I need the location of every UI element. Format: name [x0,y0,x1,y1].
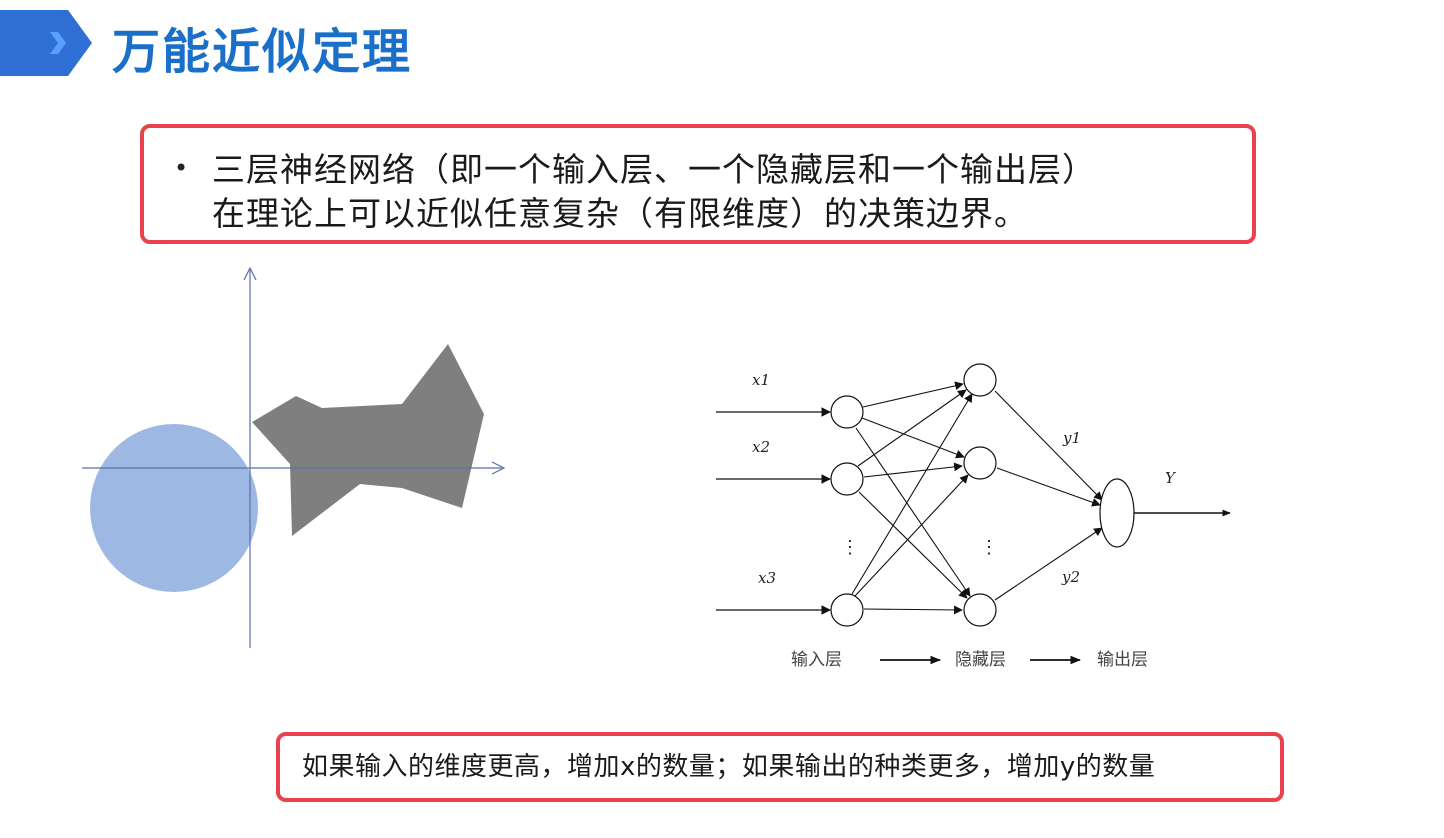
statement-text: 三层神经网络（即一个输入层、一个隐藏层和一个输出层） 在理论上可以近似任意复杂（… [212,148,1252,236]
statement-box: • 三层神经网络（即一个输入层、一个隐藏层和一个输出层） 在理论上可以近似任意复… [140,124,1256,244]
decision-boundary-plot [82,266,506,648]
connection [863,605,963,615]
class-region-circle [90,424,258,592]
output-label: Y [1165,469,1177,487]
connection [996,467,1101,507]
output-node [1099,478,1135,548]
connection [854,474,969,597]
layer-label-input: 输入层 [791,650,842,670]
hidden-output-label-y1: y1 [1062,429,1081,447]
statement-line-2: 在理论上可以近似任意复杂（有限维度）的决策边界。 [212,194,1028,233]
layer-label-output: 输出层 [1097,650,1148,670]
hidden-node [963,446,997,480]
hidden-ellipsis: ⋮ [980,537,998,558]
hidden-node [963,593,997,627]
note-box: 如果输入的维度更高，增加x的数量；如果输出的种类更多，增加y的数量 [276,732,1284,802]
connection [861,417,965,459]
statement-line-1: 三层神经网络（即一个输入层、一个隐藏层和一个输出层） [212,150,1096,189]
input-label-x1: x1 [752,371,770,389]
title-chevron-icon [0,10,92,76]
input-label-x3: x3 [758,569,776,587]
input-node [830,462,864,496]
connection [994,390,1103,501]
note-text: 如果输入的维度更高，增加x的数量；如果输出的种类更多，增加y的数量 [302,752,1156,782]
connection [857,389,967,467]
layer-label-hidden: 隐藏层 [955,650,1006,670]
class-region-polygon [252,344,484,536]
hidden-node [963,363,997,397]
page-title: 万能近似定理 [112,24,413,80]
hidden-output-label-y2: y2 [1061,568,1080,586]
neural-network-diagram: x1 x2 x3 y1 y2 Y ⋮ ⋮ 输入层 隐藏层 输出层 [716,363,1231,670]
connection [851,393,973,595]
connection [862,381,964,408]
input-node [830,395,864,429]
input-ellipsis: ⋮ [841,537,859,558]
bullet: • [174,154,189,182]
input-node [830,593,864,627]
connection [863,462,963,478]
input-label-x2: x2 [752,438,770,456]
connection [858,491,968,599]
connection [994,527,1103,601]
